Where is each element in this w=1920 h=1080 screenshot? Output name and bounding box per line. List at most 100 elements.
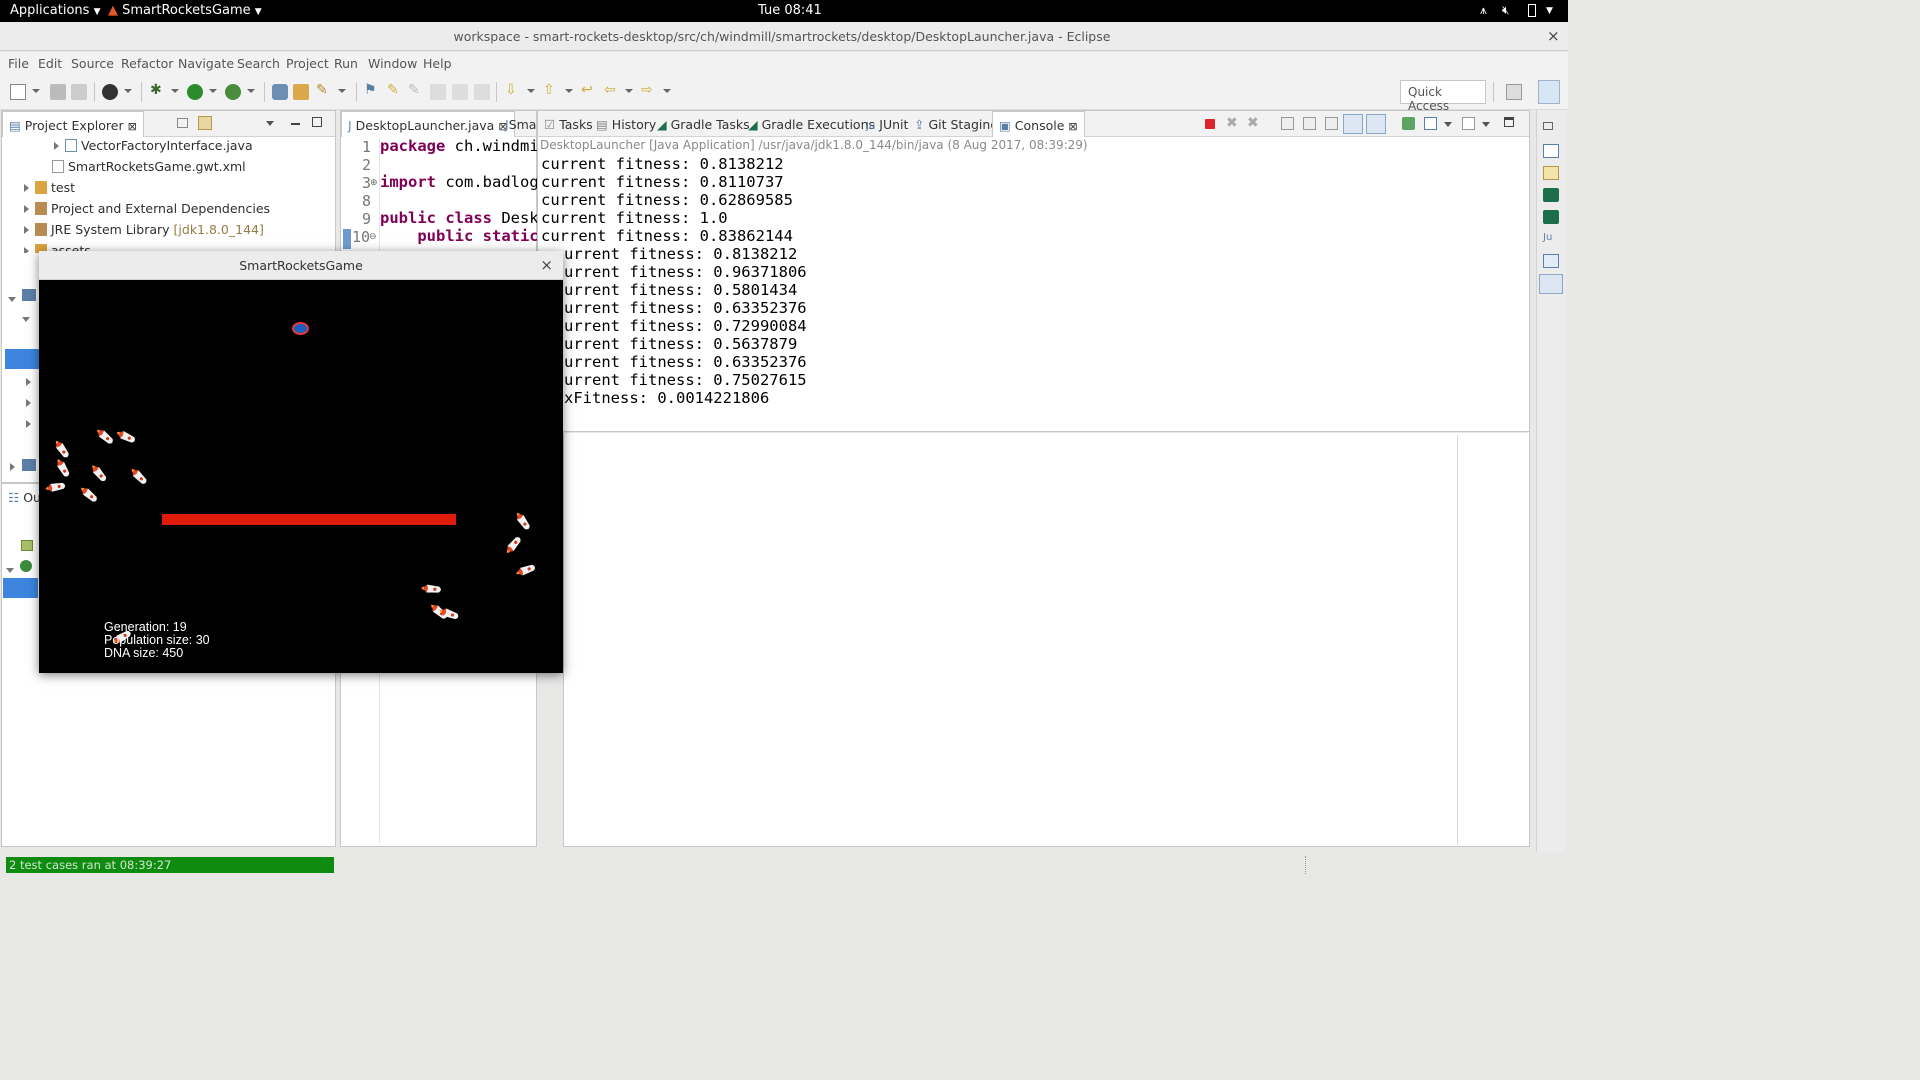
expand-icon[interactable] [26,417,37,431]
menu-window[interactable]: Window [368,56,417,71]
game-close-button[interactable]: × [540,256,553,274]
fold-expand-icon[interactable]: ⊕ [370,178,378,188]
code-line[interactable]: public class Desk [380,209,539,227]
restore-icon[interactable] [1504,117,1514,127]
minimize-icon[interactable] [291,123,300,125]
link-with-editor-icon[interactable] [198,116,212,130]
console-trim-icon[interactable] [1539,274,1563,294]
collapse-icon[interactable] [8,291,16,305]
save-icon[interactable] [50,84,66,100]
remove-all-icon[interactable]: ✖ [1247,115,1259,131]
expand-icon[interactable] [24,247,29,253]
expand-icon[interactable] [10,460,21,474]
close-icon[interactable]: ⊠ [1068,120,1077,133]
focus-icon[interactable] [232,118,243,128]
tab-junit[interactable]: Ju JUnit [860,111,914,137]
menu-file[interactable]: File [8,56,29,71]
open-folder-icon[interactable] [293,84,309,100]
external-tools-icon[interactable] [225,84,241,100]
run-dropdown-icon[interactable] [209,89,217,93]
tree-item[interactable]: JRE System Library [jdk1.8.0_144] [24,222,264,243]
collapse-icon[interactable] [22,311,30,325]
menu-run[interactable]: Run [334,56,358,71]
gradle-executions-trim-icon[interactable] [1543,210,1559,224]
profile-dropdown-icon[interactable] [124,89,132,93]
external-tools-dropdown-icon[interactable] [247,89,255,93]
terminate-icon[interactable] [1205,119,1215,129]
open-perspective-icon[interactable] [1506,84,1522,100]
junit-progress-bar[interactable]: 2 test cases ran at 08:39:27 [6,857,334,873]
system-menu-chevron-icon[interactable]: ▼ [1546,6,1553,16]
window-close-button[interactable]: × [1547,27,1560,45]
tab-console[interactable]: ▣ Console ⊠ [992,111,1085,137]
git-staging-trim-icon[interactable] [1543,254,1559,268]
expand-icon[interactable] [26,375,37,389]
collapse-all-icon[interactable] [177,118,188,128]
close-icon[interactable]: ⊠ [128,120,137,133]
menu-navigate[interactable]: Navigate [178,56,234,71]
show-on-output-icon[interactable] [1343,114,1363,134]
search-tool-dropdown-icon[interactable] [338,89,346,93]
last-edit-icon[interactable]: ↩ [581,82,597,98]
collapse-icon[interactable] [6,562,20,576]
scroll-lock-icon[interactable] [1303,117,1316,130]
next-annotation-dropdown-icon[interactable] [527,89,535,93]
expand-icon[interactable] [24,205,29,213]
expand-icon[interactable] [24,184,29,192]
remove-launch-icon[interactable]: ✖ [1226,115,1238,131]
pin-console-icon[interactable] [1402,117,1415,130]
run-icon[interactable] [187,84,203,100]
tab-second-editor[interactable]: JSma [499,111,542,137]
selected-outline-row[interactable] [3,578,38,598]
toggle-icon-1[interactable] [430,84,446,100]
display-console-dropdown-icon[interactable] [1444,122,1452,127]
open-console-dropdown-icon[interactable] [1482,122,1490,127]
app-menu[interactable]: ▲ SmartRocketsGame ▼ [108,3,262,18]
debug-dropdown-icon[interactable] [171,89,179,93]
back-dropdown-icon[interactable] [625,89,633,93]
quick-access-input[interactable]: Quick Access [1400,80,1486,113]
open-console-icon[interactable] [1462,117,1475,130]
restore-stack-icon[interactable] [1543,122,1553,130]
menu-refactor[interactable]: Refactor [121,56,173,71]
search-tool-icon[interactable]: ✎ [316,82,332,98]
toggle-icon-3[interactable] [474,84,490,100]
tree-item[interactable]: VectorFactoryInterface.java [54,138,253,159]
tree-item[interactable]: test [24,180,75,201]
applications-menu[interactable]: Applications ▼ [10,3,100,18]
tree-item[interactable]: Project and External Dependencies [24,201,270,222]
junit-trim-icon[interactable]: Ju [1543,232,1559,246]
prev-annotation-dropdown-icon[interactable] [565,89,573,93]
tab-desktop-launcher[interactable]: J DesktopLauncher.java ⊠ [341,111,515,137]
pin-icon[interactable]: ⚑ [364,82,380,98]
gradle-tasks-trim-icon[interactable] [1543,188,1559,202]
clock[interactable]: Tue 08:41 [758,3,822,18]
wifi-icon[interactable]: ⩚ [1480,3,1487,18]
code-line[interactable]: package ch.windmi [380,137,539,155]
debug-icon[interactable]: ✱ [150,82,166,98]
code-line[interactable]: public static [380,227,538,245]
back-icon[interactable]: ⇦ [604,82,620,98]
forward-dropdown-icon[interactable] [663,89,671,93]
menu-help[interactable]: Help [423,56,452,71]
fold-collapse-icon[interactable]: ⊖ [369,232,377,242]
new-icon[interactable] [10,84,26,100]
tab-gradle-tasks[interactable]: ◢ Gradle Tasks [651,111,756,137]
volume-muted-icon[interactable]: 🔇︎ [1502,3,1510,18]
toggle-icon-2[interactable] [452,84,468,100]
display-console-icon[interactable] [1424,117,1437,130]
battery-icon[interactable] [1528,4,1536,17]
expand-icon[interactable] [54,142,59,150]
show-on-error-icon[interactable] [1366,114,1386,134]
menu-search[interactable]: Search [237,56,280,71]
new-dropdown-icon[interactable] [32,89,40,93]
expand-icon[interactable] [24,226,29,234]
next-annotation-icon[interactable]: ⇩ [505,82,521,98]
open-type-icon[interactable] [272,84,288,100]
mark-icon[interactable]: ✎ [408,82,424,98]
clear-console-icon[interactable] [1281,117,1294,130]
menu-edit[interactable]: Edit [38,56,62,71]
view-menu-icon[interactable] [266,121,274,126]
maximize-icon[interactable] [312,117,322,127]
tab-project-explorer[interactable]: ▤ Project Explorer ⊠ [2,111,144,137]
